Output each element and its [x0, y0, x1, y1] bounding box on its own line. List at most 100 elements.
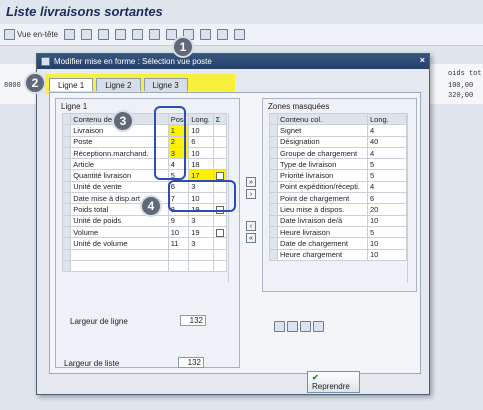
- cell-len[interactable]: [188, 248, 214, 261]
- cell-content[interactable]: Heure chargement: [277, 248, 368, 261]
- row-selector[interactable]: [61, 124, 72, 137]
- cell-content[interactable]: Unité de vente: [70, 180, 169, 194]
- filter-icon[interactable]: [287, 321, 298, 332]
- table-row[interactable]: Réceptionn.marchand. 3 10: [61, 146, 228, 160]
- cell-pos[interactable]: 11: [167, 237, 190, 250]
- cell-len[interactable]: 10: [188, 124, 214, 137]
- select-all-cell[interactable]: [269, 112, 278, 126]
- row-selector[interactable]: [61, 192, 72, 205]
- move-right-icon[interactable]: ›: [246, 189, 256, 199]
- cell-len[interactable]: 18: [188, 158, 214, 171]
- table-row[interactable]: Lieu mise à dispos. 20: [269, 203, 407, 216]
- cell-pos[interactable]: 9: [167, 214, 190, 227]
- cell-len[interactable]: 3: [188, 214, 214, 227]
- cell-total[interactable]: [212, 124, 228, 137]
- cell-total[interactable]: [212, 237, 228, 250]
- cell-len[interactable]: 4: [367, 146, 407, 160]
- cell-content[interactable]: Point expédition/récepti.: [277, 180, 368, 194]
- sort-ascending-icon[interactable]: [274, 321, 285, 332]
- table-row[interactable]: Poste 2 6: [61, 135, 228, 148]
- info-icon[interactable]: [234, 29, 246, 40]
- cell-total[interactable]: [212, 214, 228, 227]
- cell-len[interactable]: 20: [367, 203, 407, 216]
- table-row[interactable]: Unité de volume 11 3: [61, 237, 228, 250]
- list-width-field[interactable]: 132: [178, 357, 204, 368]
- layout-icon[interactable]: [200, 29, 212, 40]
- table-row[interactable]: Date de chargement 10: [269, 237, 407, 250]
- find-icon[interactable]: [132, 29, 144, 40]
- cell-content[interactable]: Type de livraison: [277, 158, 368, 171]
- row-selector[interactable]: [269, 237, 278, 250]
- cell-content[interactable]: Unité de volume: [70, 237, 169, 250]
- row-selector[interactable]: [61, 214, 72, 227]
- row-selector[interactable]: [61, 180, 72, 194]
- cell-len[interactable]: 4: [367, 124, 407, 137]
- row-selector[interactable]: [61, 158, 72, 171]
- close-icon[interactable]: ×: [420, 55, 425, 65]
- table-row[interactable]: Priorité livraison 5: [269, 169, 407, 182]
- table-row[interactable]: Type de livraison 5: [269, 158, 407, 171]
- table-row[interactable]: Volume 10 19: [61, 225, 228, 239]
- table-row[interactable]: [61, 259, 228, 273]
- cell-total[interactable]: [212, 259, 228, 273]
- row-selector[interactable]: [61, 225, 72, 239]
- table-row[interactable]: Livraison 1 10: [61, 124, 228, 137]
- line-width-field[interactable]: 132: [180, 315, 206, 326]
- row-selector[interactable]: [269, 248, 278, 261]
- table-row[interactable]: Point de chargement 6: [269, 192, 407, 205]
- header-len[interactable]: Long.: [367, 112, 407, 126]
- last-page-icon[interactable]: [115, 29, 127, 40]
- cell-content[interactable]: [70, 259, 169, 273]
- row-selector[interactable]: [61, 203, 72, 216]
- right-scrollbar[interactable]: [407, 113, 416, 283]
- cell-len[interactable]: 5: [367, 158, 407, 171]
- row-selector[interactable]: [269, 158, 278, 171]
- view-header-button[interactable]: Vue en-tête: [4, 29, 58, 40]
- cell-content[interactable]: Point de chargement: [277, 192, 368, 205]
- row-selector[interactable]: [269, 169, 278, 182]
- row-selector[interactable]: [61, 259, 72, 273]
- row-selector[interactable]: [269, 146, 278, 160]
- cell-pos[interactable]: [167, 259, 190, 273]
- table-row[interactable]: Heure livraison 5: [269, 225, 407, 239]
- move-all-left-icon[interactable]: «: [246, 233, 256, 243]
- glasses-icon[interactable]: [81, 29, 93, 40]
- cell-len[interactable]: 10: [367, 248, 407, 261]
- cell-len[interactable]: 3: [188, 237, 214, 250]
- cell-len[interactable]: 10: [188, 146, 214, 160]
- cell-content[interactable]: [70, 248, 169, 261]
- table-row[interactable]: Désignation 40: [269, 135, 407, 148]
- cell-total[interactable]: [212, 158, 228, 171]
- find-next-icon[interactable]: [313, 321, 324, 332]
- move-all-right-icon[interactable]: »: [246, 177, 256, 187]
- total-checkbox[interactable]: [215, 172, 224, 181]
- cell-total[interactable]: [212, 146, 228, 160]
- reprendre-button[interactable]: ✔ Reprendre: [307, 370, 360, 393]
- row-selector[interactable]: [269, 214, 278, 227]
- row-selector[interactable]: [269, 203, 278, 216]
- tab-ligne-1[interactable]: Ligne 1: [49, 78, 94, 91]
- table-row[interactable]: Groupe de chargement 4: [269, 146, 407, 160]
- cell-len[interactable]: 10: [367, 214, 407, 227]
- header-content[interactable]: Contenu col.: [277, 112, 368, 126]
- row-selector[interactable]: [269, 225, 278, 239]
- cell-pos[interactable]: 10: [167, 225, 190, 239]
- table-row[interactable]: Date livraison de/à 10: [269, 214, 407, 227]
- table-row[interactable]: Heure chargement 10: [269, 248, 407, 261]
- cell-len[interactable]: 5: [367, 169, 407, 182]
- cell-total[interactable]: [212, 135, 228, 148]
- cell-content[interactable]: Lieu mise à dispos.: [277, 203, 368, 216]
- export-icon[interactable]: [217, 29, 229, 40]
- table-row[interactable]: Signet 4: [269, 124, 407, 137]
- row-selector[interactable]: [269, 124, 278, 137]
- header-len[interactable]: Long.: [188, 112, 214, 126]
- cell-total[interactable]: [212, 248, 228, 261]
- header-total[interactable]: Σ: [212, 112, 228, 126]
- move-left-icon[interactable]: ‹: [246, 221, 256, 231]
- cell-content[interactable]: Groupe de chargement: [277, 146, 368, 160]
- cell-content[interactable]: Heure livraison: [277, 225, 368, 239]
- filter-icon[interactable]: [149, 29, 161, 40]
- first-page-icon[interactable]: [98, 29, 110, 40]
- tab-ligne-2[interactable]: Ligne 2: [96, 78, 141, 91]
- table-row[interactable]: [61, 248, 228, 261]
